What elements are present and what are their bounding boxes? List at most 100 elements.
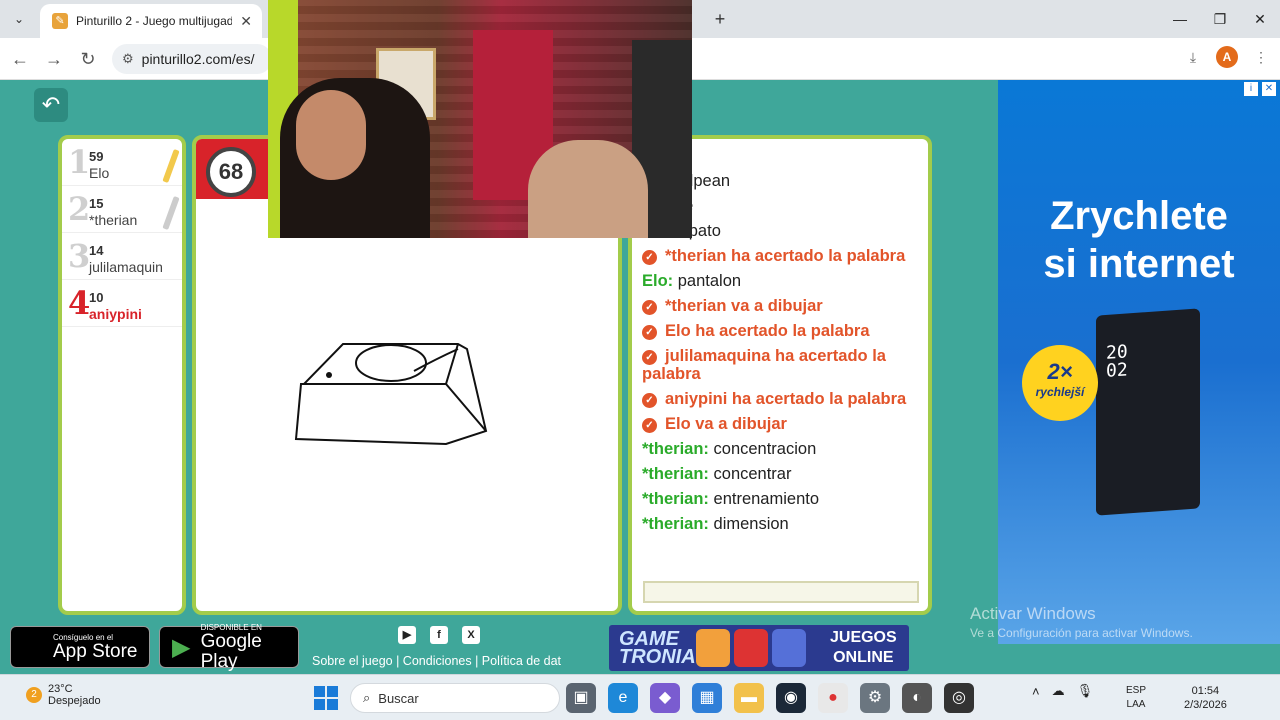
ad-badge-small: rychlejší: [1035, 385, 1085, 399]
tab-title: Pinturillo 2 - Juego multijugador: [76, 14, 233, 28]
store-big-text: Google Play: [200, 630, 262, 672]
forward-arrow-icon[interactable]: →: [42, 48, 66, 70]
address-bar[interactable]: ⚙ pinturillo2.com/es/: [112, 44, 272, 74]
chat-system-message: ✓ *therian ha acertado la palabra: [642, 247, 922, 265]
gametronia-banner[interactable]: GAME TRONIA JUEGOS ONLINE: [609, 625, 909, 671]
settings-icon[interactable]: ⚙: [860, 683, 890, 713]
reload-icon[interactable]: ↻: [76, 48, 100, 70]
window-controls: — ❐ ✕: [1160, 0, 1280, 38]
store-big-text: App Store: [53, 640, 138, 662]
system-message-icon: ✓: [642, 325, 657, 340]
chat-author: *therian:: [642, 465, 709, 483]
ad-title: Zrychlete si internet: [998, 192, 1280, 288]
m365-icon[interactable]: ◆: [650, 683, 680, 713]
ad-close-icon[interactable]: ✕: [1262, 82, 1276, 96]
weather-widget[interactable]: 2 23°C Despejado: [26, 683, 101, 707]
browser-tab[interactable]: ✎ Pinturillo 2 - Juego multijugador ✕: [40, 4, 262, 38]
video-face: [296, 90, 366, 180]
chat-message-text: aniypini ha acertado la palabra: [665, 390, 907, 408]
app-icon-2[interactable]: ◎: [944, 683, 974, 713]
ad-controls: i ✕: [1244, 82, 1276, 96]
google-play-icon: ▶: [172, 633, 191, 661]
microphone-icon[interactable]: 🎙: [1077, 683, 1094, 699]
chat-system-message: ✓ Elo va a dibujar: [642, 415, 922, 433]
player-points: 14: [89, 243, 104, 258]
chat-message-text: Elo ha acertado la palabra: [665, 322, 870, 340]
profile-avatar[interactable]: A: [1216, 46, 1238, 68]
taskbar-search[interactable]: ⌕ Buscar: [350, 683, 560, 713]
chat-message: *therian: concentrar: [642, 465, 922, 483]
close-window-icon[interactable]: ✕: [1240, 0, 1280, 38]
player-row: 2 15 *therian: [62, 186, 182, 233]
game-thumbnail: [695, 629, 730, 667]
chat-author: *therian:: [642, 440, 709, 458]
app-icon[interactable]: ◐: [902, 683, 932, 713]
facebook-icon[interactable]: f: [430, 626, 448, 644]
menu-dots-icon[interactable]: ⋮: [1252, 48, 1270, 66]
player-row: 3 14 julilamaquin: [62, 233, 182, 280]
site-footer: Consíguelo en el App Store ▶ DISPONIBLE …: [0, 622, 998, 674]
network-icon[interactable]: ☁: [1052, 683, 1065, 699]
activate-windows-watermark: Activar Windows Ve a Configuración para …: [970, 604, 1193, 640]
chat-author: *therian:: [642, 490, 709, 508]
chat-message-text: entrenamiento: [708, 490, 820, 508]
clock-date: 2/3/2026: [1184, 699, 1227, 711]
tray-chevron-icon[interactable]: ˄: [1032, 684, 1040, 699]
drawing-canvas[interactable]: [196, 199, 622, 615]
chat-message-text: concentracion: [708, 440, 817, 458]
edge-icon[interactable]: e: [608, 683, 638, 713]
restore-icon[interactable]: ❐: [1200, 0, 1240, 38]
webcam-video[interactable]: [268, 0, 692, 238]
player-points: 59: [89, 149, 104, 164]
chat-input[interactable]: [643, 581, 919, 603]
google-play-button[interactable]: ▶ DISPONIBLE EN Google Play: [159, 623, 299, 671]
player-row: 4 10 aniypini: [62, 280, 182, 327]
lang-line: LAA: [1126, 699, 1146, 710]
x-twitter-icon[interactable]: X: [462, 626, 480, 644]
advertisement[interactable]: i ✕ Zrychlete si internet 20 02 2× rychle…: [998, 80, 1280, 644]
clock-time: 01:54: [1191, 685, 1220, 697]
game-thumbnail: [771, 629, 806, 667]
ad-info-icon[interactable]: i: [1244, 82, 1258, 96]
steam-icon[interactable]: ◉: [776, 683, 806, 713]
player-row: 1 59 Elo: [62, 139, 182, 186]
task-view-icon[interactable]: ▣: [566, 683, 596, 713]
chat-author: Elo:: [642, 272, 674, 290]
system-message-icon: ✓: [642, 350, 657, 365]
footer-links[interactable]: Sobre el juego | Condiciones | Política …: [312, 654, 574, 668]
taskbar-clock[interactable]: 01:54 2/3/2026: [1184, 684, 1227, 712]
players-panel: 1 59 Elo 2 15 *therian 3 14 julilamaquin…: [58, 135, 186, 615]
app-store-button[interactable]: Consíguelo en el App Store: [10, 626, 150, 668]
player-name: julilamaquin: [89, 259, 163, 275]
youtube-icon[interactable]: ▶: [398, 626, 416, 644]
back-arrow-icon[interactable]: ←: [8, 48, 32, 70]
chat-message-text: Elo va a dibujar: [665, 415, 787, 433]
back-to-lobby-icon[interactable]: ↶: [34, 88, 68, 122]
browser-right-controls: ⤓ A ⋮: [1184, 46, 1270, 68]
player-rank: 2: [68, 190, 91, 228]
ad-device-clock: 20 02: [1106, 341, 1128, 382]
gametronia-thumbnails: [695, 629, 806, 667]
chat-author: *therian:: [642, 515, 709, 533]
player-rank: 3: [68, 237, 91, 275]
download-icon[interactable]: ⤓: [1184, 48, 1202, 66]
new-tab-button[interactable]: +: [708, 8, 732, 30]
chrome-icon[interactable]: ●: [818, 683, 848, 713]
system-message-icon: ✓: [642, 300, 657, 315]
file-explorer-icon[interactable]: ▬: [734, 683, 764, 713]
chat-message-text: pantalon: [673, 272, 742, 290]
chat-system-message: ✓ julilamaquina ha acertado la palabra: [642, 347, 922, 383]
tab-search-chevron-icon[interactable]: ⌄: [6, 7, 32, 31]
chat-message: *therian: concentracion: [642, 440, 922, 458]
store-icon[interactable]: ▦: [692, 683, 722, 713]
windows-start-icon[interactable]: [314, 686, 338, 710]
chat-message-text: concentrar: [708, 465, 792, 483]
chat-system-message: ✓ Elo ha acertado la palabra: [642, 322, 922, 340]
player-points: 15: [89, 196, 104, 211]
language-indicator[interactable]: ESP LAA: [1126, 684, 1146, 712]
video-person: [528, 140, 648, 238]
system-tray: ˄ ☁ 🎙: [1032, 683, 1093, 699]
tab-close-icon[interactable]: ✕: [240, 13, 252, 30]
minimize-icon[interactable]: —: [1160, 0, 1200, 38]
site-info-icon[interactable]: ⚙: [122, 51, 134, 67]
